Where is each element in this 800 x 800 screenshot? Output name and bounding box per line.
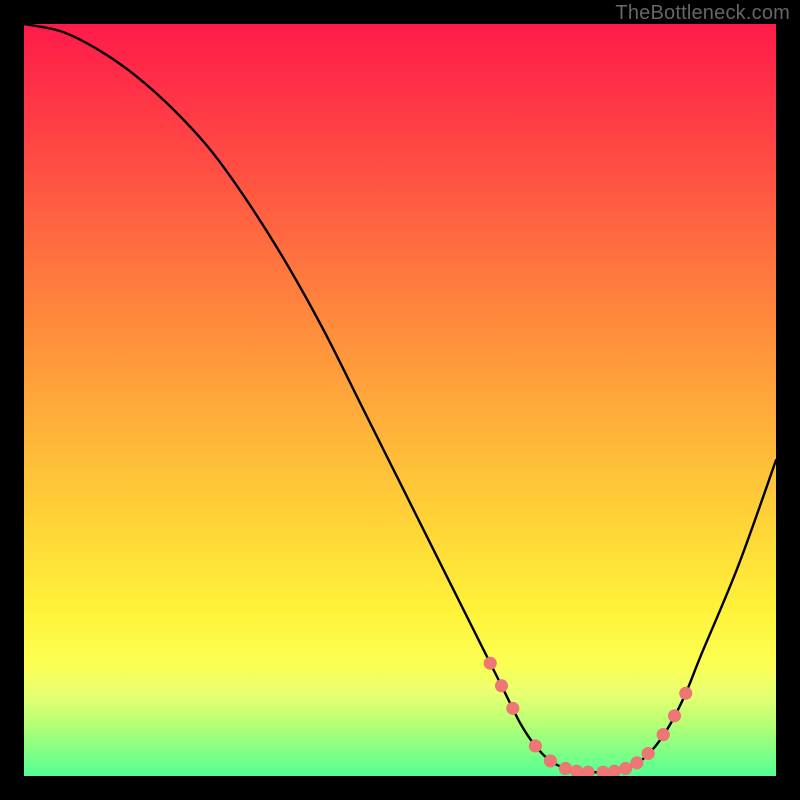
plot-area	[24, 24, 776, 776]
accent-dot	[668, 709, 681, 722]
chart-svg	[24, 24, 776, 776]
accent-dot	[506, 702, 519, 715]
watermark-text: TheBottleneck.com	[615, 2, 790, 25]
accent-dot	[630, 756, 643, 769]
accent-dot	[495, 679, 508, 692]
accent-dot	[544, 754, 557, 767]
accent-dot	[582, 766, 595, 776]
accent-dot	[570, 765, 583, 776]
bottleneck-curve	[24, 24, 776, 773]
chart-frame: TheBottleneck.com	[0, 0, 800, 800]
accent-dot	[529, 739, 542, 752]
accent-dot	[559, 762, 572, 775]
accent-dot	[642, 747, 655, 760]
accent-dot	[679, 687, 692, 700]
accent-dot	[608, 765, 621, 776]
accent-dot	[619, 762, 632, 775]
accent-dot	[484, 657, 497, 670]
accent-dot	[657, 728, 670, 741]
curve-accent-dots	[484, 657, 693, 776]
